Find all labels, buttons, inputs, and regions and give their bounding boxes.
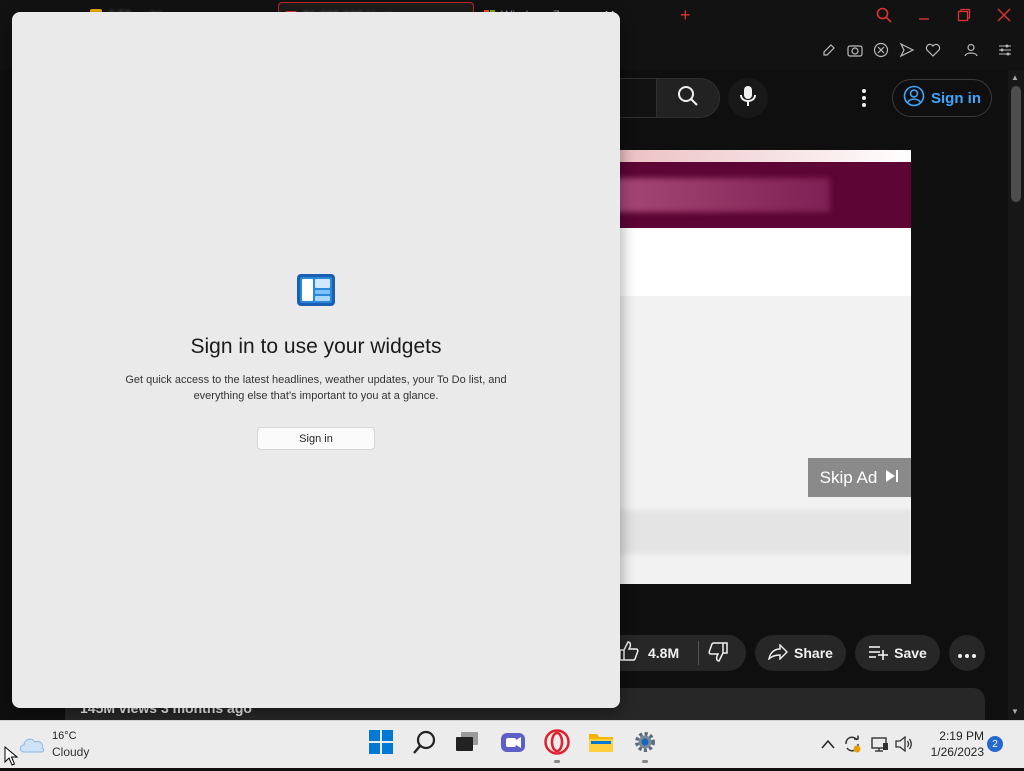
- camera-icon[interactable]: [845, 40, 865, 60]
- sync-icon[interactable]: [843, 735, 861, 753]
- running-indicator: [642, 760, 648, 763]
- heart-icon[interactable]: [923, 40, 943, 60]
- taskbar-search-button[interactable]: [410, 729, 440, 759]
- weather-condition[interactable]: Cloudy: [52, 745, 89, 759]
- share-label: Share: [794, 645, 833, 661]
- scroll-up-icon[interactable]: ▲: [1011, 73, 1019, 82]
- cloud-icon[interactable]: [18, 733, 46, 755]
- more-horizontal-icon: [958, 645, 976, 661]
- network-icon[interactable]: [871, 735, 889, 753]
- clock-date[interactable]: 1/26/2023: [920, 745, 984, 759]
- notification-badge[interactable]: 2: [987, 736, 1003, 752]
- running-indicator: [554, 760, 560, 763]
- widgets-description: Get quick access to the latest headlines…: [125, 374, 507, 402]
- yt-sign-in-label: Sign in: [931, 89, 981, 107]
- search-icon: [677, 85, 699, 112]
- browser-search-icon[interactable]: [864, 0, 904, 30]
- show-hidden-icons-chevron-icon[interactable]: [819, 735, 837, 753]
- task-view-icon: [455, 731, 479, 758]
- widgets-title: Sign in to use your widgets: [190, 335, 442, 358]
- edit-icon[interactable]: [819, 40, 839, 60]
- profile-icon[interactable]: [961, 40, 981, 60]
- task-view-button[interactable]: [452, 729, 482, 759]
- account-icon: [903, 85, 925, 111]
- skip-ad-button[interactable]: Skip Ad: [808, 458, 911, 497]
- widgets-logo-icon: [296, 273, 336, 309]
- playlist-add-icon: [868, 644, 889, 663]
- opera-icon: [544, 728, 570, 760]
- voice-search-button[interactable]: [728, 78, 768, 118]
- opera-browser-button[interactable]: [542, 728, 572, 760]
- search-button[interactable]: [656, 78, 720, 118]
- more-actions-button[interactable]: [949, 635, 985, 671]
- widgets-panel: [12, 12, 620, 708]
- widgets-sign-in-button[interactable]: Sign in: [257, 427, 375, 450]
- settings-button[interactable]: [630, 729, 660, 759]
- divider: [698, 641, 699, 665]
- gear-icon: [633, 730, 657, 759]
- file-explorer-button[interactable]: [586, 729, 616, 759]
- chat-button[interactable]: [498, 729, 528, 759]
- dislike-button[interactable]: [707, 642, 729, 664]
- new-tab-button[interactable]: +: [680, 5, 691, 26]
- thumbs-down-icon: [707, 642, 729, 666]
- send-icon[interactable]: [897, 40, 917, 60]
- save-label: Save: [894, 645, 927, 661]
- like-count: 4.8M: [648, 645, 680, 661]
- restore-icon[interactable]: [944, 0, 984, 30]
- start-button[interactable]: [366, 729, 396, 759]
- search-icon: [413, 730, 437, 759]
- teams-chat-icon: [500, 730, 526, 759]
- volume-icon[interactable]: [895, 735, 913, 753]
- close-window-icon[interactable]: [984, 0, 1024, 30]
- adblock-icon[interactable]: [871, 40, 891, 60]
- save-button[interactable]: Save: [855, 635, 940, 671]
- skip-next-icon: [885, 468, 899, 488]
- minimize-icon[interactable]: [904, 0, 944, 30]
- more-options-icon[interactable]: [852, 85, 876, 111]
- weather-temperature[interactable]: 16°C: [52, 730, 77, 742]
- yt-sign-in-button[interactable]: Sign in: [892, 79, 992, 117]
- share-button[interactable]: Share: [755, 635, 846, 671]
- windows-start-icon: [369, 729, 393, 759]
- skip-ad-label: Skip Ad: [819, 467, 878, 487]
- scroll-down-icon[interactable]: ▼: [1011, 707, 1019, 716]
- easy-setup-icon[interactable]: [995, 40, 1015, 60]
- microphone-icon: [740, 85, 756, 112]
- thumbs-up-icon: [618, 640, 640, 666]
- like-button[interactable]: 4.8M: [618, 640, 698, 666]
- folder-icon: [588, 731, 614, 758]
- mouse-cursor-icon: [4, 745, 19, 766]
- scrollbar-thumb[interactable]: [1011, 86, 1021, 202]
- clock-time[interactable]: 2:19 PM: [930, 729, 984, 743]
- share-icon: [767, 642, 789, 663]
